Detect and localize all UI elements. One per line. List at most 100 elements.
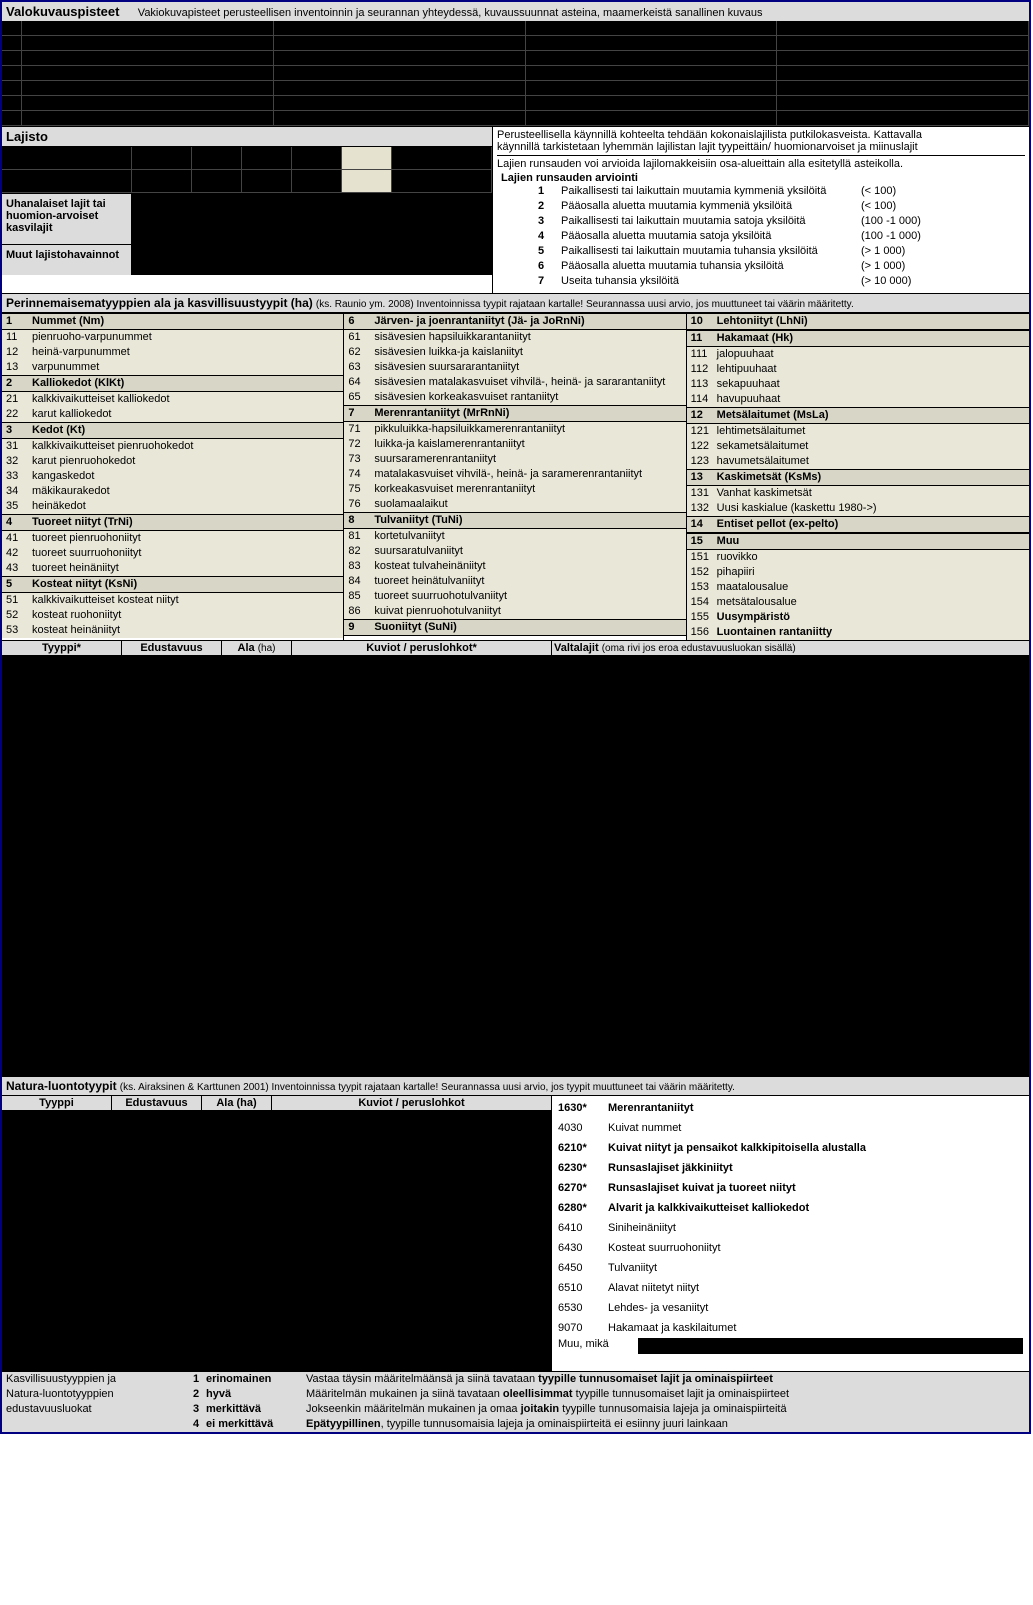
lajisto-title: Lajisto xyxy=(6,129,48,144)
natura-row: 9070Hakamaat ja kaskilaitumet xyxy=(558,1318,1023,1338)
type-grid: 1Nummet (Nm)11pienruoho-varpunummet12hei… xyxy=(2,313,1029,640)
type-row: 111jalopuuhaat xyxy=(687,347,1029,362)
lajisto-row-2 xyxy=(2,170,492,193)
valo-header-row xyxy=(2,21,1029,36)
edustavuus-row: 4ei merkittäväEpätyypillinen, tyypille t… xyxy=(2,1417,1029,1432)
type-row: 34mäkikaurakedot xyxy=(2,484,343,499)
type-row: 75korkeakasvuiset merenrantaniityt xyxy=(344,482,685,497)
type-row: 14Entiset pellot (ex-pelto) xyxy=(687,516,1029,533)
muut-field[interactable] xyxy=(132,245,492,275)
type-row: 85tuoreet suurruohotulvaniityt xyxy=(344,589,685,604)
type-row: 10Lehtoniityt (LhNi) xyxy=(687,313,1029,330)
type-row: 3Kedot (Kt) xyxy=(2,422,343,439)
natura-list: 1630*Merenrantaniityt4030Kuivat nummet62… xyxy=(552,1096,1029,1371)
type-row: 81kortetulvaniityt xyxy=(344,529,685,544)
natura-row: 6280*Alvarit ja kalkkivaikutteiset kalli… xyxy=(558,1198,1023,1218)
valo-row-4 xyxy=(2,81,1029,96)
natura-row: 6210*Kuivat niityt ja pensaikot kalkkipi… xyxy=(558,1138,1023,1158)
type-row: 71pikkuluikka-hapsiluikkamerenrantaniity… xyxy=(344,422,685,437)
valo-row-3 xyxy=(2,66,1029,81)
h-valtalajit: Valtalajit (oma rivi jos eroa edustavuus… xyxy=(552,641,1029,655)
type-row: 35heinäkedot xyxy=(2,499,343,514)
valo-row-1 xyxy=(2,36,1029,51)
type-row: 123havumetsälaitumet xyxy=(687,454,1029,469)
type-row: 33kangaskedot xyxy=(2,469,343,484)
lajisto-row-1 xyxy=(2,147,492,170)
natura-data-area[interactable] xyxy=(2,1111,552,1371)
type-row: 53kosteat heinäniityt xyxy=(2,623,343,638)
natura-muu-field[interactable] xyxy=(638,1338,1023,1354)
type-row: 31kalkkivaikutteiset pienruohokedot xyxy=(2,439,343,454)
type-row: 156Luontainen rantaniitty xyxy=(687,625,1029,640)
natura-muu-label: Muu, mikä xyxy=(558,1338,638,1354)
runsaus-title: Lajien runsauden arviointi xyxy=(501,172,638,184)
type-row: 5Kosteat niityt (KsNi) xyxy=(2,576,343,593)
type-row: 11Hakamaat (Hk) xyxy=(687,330,1029,347)
natura-row: 6430Kosteat suurruohoniityt xyxy=(558,1238,1023,1258)
type-row: 83kosteat tulvaheinäniityt xyxy=(344,559,685,574)
type-row: 42tuoreet suurruohoniityt xyxy=(2,546,343,561)
type-row: 132Uusi kaskialue (kaskettu 1980->) xyxy=(687,501,1029,516)
type-row: 43tuoreet heinäniityt xyxy=(2,561,343,576)
type-row: 12Metsälaitumet (MsLa) xyxy=(687,407,1029,424)
entry-data-area[interactable] xyxy=(2,656,1029,1076)
runsaus-row: 6Pääosalla aluetta muutamia tuhansia yks… xyxy=(501,259,1021,274)
lajisto-header: Lajisto xyxy=(2,127,492,147)
natura-row: 6450Tulvaniityt xyxy=(558,1258,1023,1278)
natura-row: 6510Alavat niitetyt niityt xyxy=(558,1278,1023,1298)
type-row: 131Vanhat kaskimetsät xyxy=(687,486,1029,501)
nat-h-tyyppi: Tyyppi xyxy=(2,1096,112,1111)
uhanalaiset-label: Uhanalaiset lajit tai huomion-arvoiset k… xyxy=(2,194,132,244)
type-row: 41tuoreet pienruohoniityt xyxy=(2,531,343,546)
runsaus-row: 3Paikallisesti tai laikuttain muutamia s… xyxy=(501,214,1021,229)
type-row: 13Kaskimetsät (KsMs) xyxy=(687,469,1029,486)
natura-header: Natura-luontotyypit (ks. Airaksinen & Ka… xyxy=(2,1076,1029,1096)
type-row: 152pihapiiri xyxy=(687,565,1029,580)
type-row: 11pienruoho-varpunummet xyxy=(2,330,343,345)
entry-header: Tyyppi* Edustavuus Ala (ha) Kuviot / per… xyxy=(2,640,1029,656)
nat-h-kuviot: Kuviot / peruslohkot xyxy=(272,1096,552,1111)
h-ala: Ala (ha) xyxy=(222,641,292,655)
type-row: 61sisävesien hapsiluikkarantaniityt xyxy=(344,330,685,345)
runsaus-row: 2Pääosalla aluetta muutamia kymmeniä yks… xyxy=(501,199,1021,214)
type-row: 6Järven- ja joenrantaniityt (Jä- ja JoRn… xyxy=(344,313,685,330)
h-tyyppi: Tyyppi* xyxy=(2,641,122,655)
type-row: 12heinä-varpunummet xyxy=(2,345,343,360)
type-row: 4Tuoreet niityt (TrNi) xyxy=(2,514,343,531)
type-row: 21kalkkivaikutteiset kalliokedot xyxy=(2,392,343,407)
type-row: 154metsätalousalue xyxy=(687,595,1029,610)
valokuvauspisteet-header: Valokuvauspisteet Vakiokuvapisteet perus… xyxy=(2,2,1029,21)
natura-row: 4030Kuivat nummet xyxy=(558,1118,1023,1138)
type-row: 113sekapuuhaat xyxy=(687,377,1029,392)
type-row: 2Kalliokedot (KlKt) xyxy=(2,375,343,392)
type-row: 32karut pienruohokedot xyxy=(2,454,343,469)
natura-note: (ks. Airaksinen & Karttunen 2001) Invent… xyxy=(120,1082,735,1093)
runsaus-row: 7Useita tuhansia yksilöitä(> 10 000) xyxy=(501,274,1021,289)
type-row: 22karut kalliokedot xyxy=(2,407,343,422)
nat-h-ala: Ala (ha) xyxy=(202,1096,272,1111)
natura-row: 6230*Runsaslajiset jäkkiniityt xyxy=(558,1158,1023,1178)
perinne-note: (ks. Raunio ym. 2008) Inventoinnissa tyy… xyxy=(316,299,854,310)
natura-title: Natura-luontotyypit xyxy=(6,1079,117,1093)
natura-row: 6270*Runsaslajiset kuivat ja tuoreet nii… xyxy=(558,1178,1023,1198)
h-kuviot: Kuviot / peruslohkot* xyxy=(292,641,552,655)
type-row: 84tuoreet heinätulvaniityt xyxy=(344,574,685,589)
natura-row: 6530Lehdes- ja vesaniityt xyxy=(558,1298,1023,1318)
type-row: 63sisävesien suursararantaniityt xyxy=(344,360,685,375)
type-row: 73suursaramerenrantaniityt xyxy=(344,452,685,467)
lajisto-desc-2: käynnillä tarkistetaan lyhemmän lajilist… xyxy=(497,141,1025,156)
edustavuus-row: Natura-luontotyyppien2hyväMääritelmän mu… xyxy=(2,1387,1029,1402)
type-row: 122sekametsälaitumet xyxy=(687,439,1029,454)
type-row: 52kosteat ruohoniityt xyxy=(2,608,343,623)
type-row: 8Tulvaniityt (TuNi) xyxy=(344,512,685,529)
type-row: 9Suoniityt (SuNi) xyxy=(344,619,685,636)
natura-row: 6410Siniheinäniityt xyxy=(558,1218,1023,1238)
perinne-title: Perinnemaisematyyppien ala ja kasvillisu… xyxy=(6,296,313,310)
uhanalaiset-field[interactable] xyxy=(132,194,492,244)
type-row: 151ruovikko xyxy=(687,550,1029,565)
type-row: 62sisävesien luikka-ja kaislaniityt xyxy=(344,345,685,360)
type-row: 74matalakasvuiset vihvilä-, heinä- ja sa… xyxy=(344,467,685,482)
perinne-header: Perinnemaisematyyppien ala ja kasvillisu… xyxy=(2,293,1029,313)
nat-h-edust: Edustavuus xyxy=(112,1096,202,1111)
edustavuus-row: edustavuusluokat3merkittäväJokseenkin mä… xyxy=(2,1402,1029,1417)
